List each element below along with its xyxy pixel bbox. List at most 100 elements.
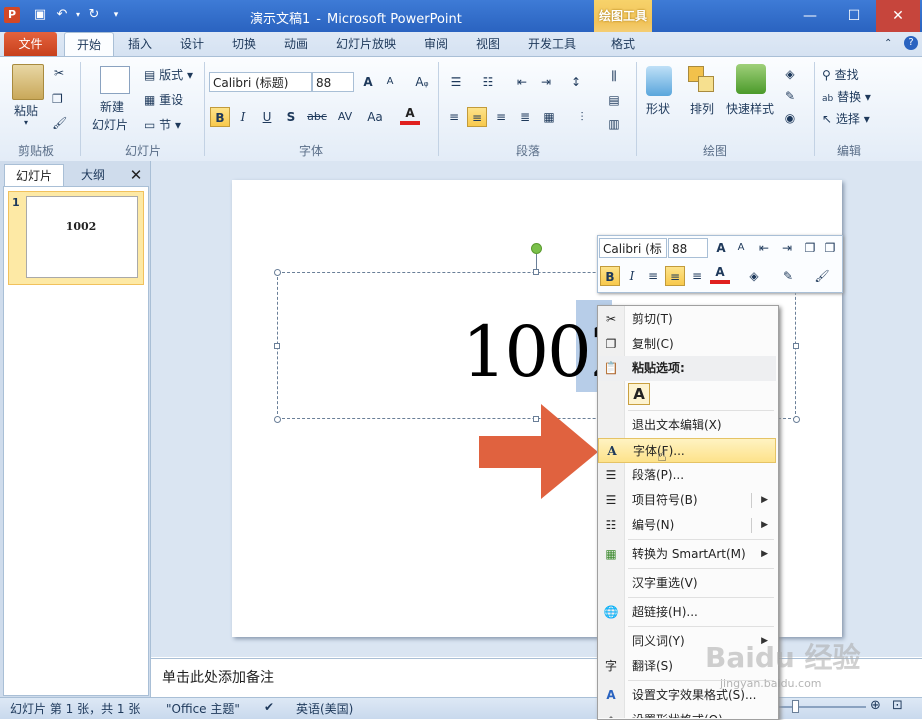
minimize-button[interactable]: —: [788, 0, 832, 32]
align-right-icon[interactable]: ≡: [491, 107, 511, 127]
shapes-icon[interactable]: [646, 66, 672, 96]
character-spacing-button[interactable]: AV: [332, 107, 358, 127]
powerpoint-app-icon[interactable]: P: [4, 7, 20, 23]
menu-item-convert-smartart[interactable]: ▦ 转换为 SmartArt(M) ▶: [598, 542, 776, 567]
tab-insert[interactable]: 插入: [120, 32, 160, 56]
mini-shrink-font-icon[interactable]: A: [731, 238, 751, 258]
mini-outline-color-icon[interactable]: ✎: [778, 266, 798, 286]
mini-align-left-icon[interactable]: ≡: [643, 266, 663, 286]
font-color-button[interactable]: A: [400, 105, 420, 125]
customize-qat-icon[interactable]: ▾: [108, 7, 124, 23]
mini-italic-button[interactable]: I: [622, 266, 642, 286]
menu-item-paragraph[interactable]: ☰ 段落(P)...: [598, 463, 776, 488]
format-painter-icon[interactable]: 🖌: [52, 116, 67, 130]
tab-slideshow[interactable]: 幻灯片放映: [330, 32, 402, 56]
shape-effects-icon[interactable]: ◉: [780, 108, 800, 128]
layout-button[interactable]: ▤ 版式 ▾: [144, 66, 193, 83]
menu-item-numbering[interactable]: ☷ 编号(N) ▶: [598, 513, 776, 538]
menu-item-font[interactable]: A 字体(F)...: [598, 438, 776, 463]
menu-item-copy[interactable]: ❐ 复制(C): [598, 332, 776, 357]
slide-thumbnail[interactable]: [26, 196, 138, 278]
cut-icon[interactable]: ✂: [54, 66, 64, 80]
mini-send-back-icon[interactable]: ❐: [800, 238, 820, 258]
tab-view[interactable]: 视图: [468, 32, 508, 56]
close-button[interactable]: ✕: [876, 0, 920, 32]
resize-handle-nw[interactable]: [274, 269, 281, 276]
copy-icon[interactable]: ❐: [52, 92, 63, 106]
grow-font-icon[interactable]: A: [358, 72, 378, 92]
font-size-combo[interactable]: 88: [312, 72, 354, 92]
mini-bold-button[interactable]: B: [600, 266, 620, 286]
quick-styles-icon[interactable]: [736, 64, 766, 94]
tab-format[interactable]: 格式: [598, 32, 648, 56]
smartart-convert-icon[interactable]: ▥: [604, 114, 624, 134]
redo-icon[interactable]: ↻: [86, 7, 102, 23]
tab-developer[interactable]: 开发工具: [522, 32, 582, 56]
resize-handle-se[interactable]: [793, 416, 800, 423]
theme-status[interactable]: "Office 主题": [166, 700, 240, 717]
mini-font-color-icon[interactable]: A: [710, 264, 730, 284]
resize-handle-sw[interactable]: [274, 416, 281, 423]
collapse-ribbon-icon[interactable]: ⌃: [884, 38, 892, 49]
mini-font-combo[interactable]: Calibri (标: [599, 238, 667, 258]
paste-button[interactable]: 粘贴: [14, 102, 38, 119]
tab-transitions[interactable]: 切换: [224, 32, 264, 56]
replace-button[interactable]: ab 替换 ▾: [822, 88, 871, 105]
paste-keep-text-only-button[interactable]: A: [628, 383, 650, 405]
line-spacing-icon[interactable]: ↕: [566, 72, 586, 92]
quick-styles-button[interactable]: 快速样式: [726, 100, 774, 117]
tab-slides-pane[interactable]: 幻灯片: [4, 164, 64, 187]
mini-grow-font-icon[interactable]: A: [711, 238, 731, 258]
section-button[interactable]: ▭ 节 ▾: [144, 116, 181, 133]
undo-icon[interactable]: ↶: [54, 7, 70, 23]
menu-item-exit-text-edit[interactable]: 退出文本编辑(X): [598, 413, 776, 438]
resize-handle-w[interactable]: [274, 343, 280, 349]
mini-decrease-indent-icon[interactable]: ⇤: [754, 238, 774, 258]
italic-button[interactable]: I: [233, 107, 253, 127]
mini-bring-front-icon[interactable]: ❐: [820, 238, 840, 258]
save-icon[interactable]: ▣: [32, 7, 48, 23]
tab-outline-pane[interactable]: 大纲: [64, 164, 122, 186]
mini-format-painter-icon[interactable]: 🖌: [812, 266, 832, 286]
shadow-button[interactable]: S: [281, 107, 301, 127]
shapes-button[interactable]: 形状: [646, 100, 670, 117]
menu-item-reconversion[interactable]: 汉字重选(V): [598, 571, 776, 596]
resize-handle-e[interactable]: [793, 343, 799, 349]
align-center-icon[interactable]: ≡: [467, 107, 487, 127]
clear-format-icon[interactable]: Aᵩ: [412, 72, 432, 92]
mini-align-right-icon[interactable]: ≡: [687, 266, 707, 286]
zoom-slider-thumb[interactable]: [792, 700, 799, 713]
mini-fill-color-icon[interactable]: ◈: [744, 266, 764, 286]
resize-handle-n[interactable]: [533, 269, 539, 275]
help-icon[interactable]: ?: [904, 36, 918, 50]
paste-icon[interactable]: [12, 64, 44, 100]
distributed-icon[interactable]: ▦: [539, 107, 559, 127]
text-direction-icon[interactable]: ⫼: [604, 66, 624, 86]
new-slide-label-2[interactable]: 幻灯片: [92, 116, 128, 133]
zoom-in-icon[interactable]: ⊕: [870, 698, 881, 713]
underline-button[interactable]: U: [257, 107, 277, 127]
find-button[interactable]: ⚲ 查找: [822, 66, 859, 83]
select-button[interactable]: ↖ 选择 ▾: [822, 110, 870, 127]
rotation-handle[interactable]: [531, 243, 542, 254]
tab-animations[interactable]: 动画: [276, 32, 316, 56]
pane-close-icon[interactable]: ✕: [126, 164, 146, 186]
menu-item-hyperlink[interactable]: 🌐 超链接(H)...: [598, 600, 776, 625]
notes-placeholder[interactable]: 单击此处添加备注: [162, 667, 274, 687]
arrange-button[interactable]: 排列: [690, 100, 714, 117]
font-name-combo[interactable]: Calibri (标题): [209, 72, 312, 92]
undo-dropdown-icon[interactable]: ▾: [70, 7, 86, 23]
new-slide-label[interactable]: 新建: [100, 98, 124, 115]
justify-icon[interactable]: ≣: [515, 107, 535, 127]
mini-increase-indent-icon[interactable]: ⇥: [777, 238, 797, 258]
decrease-indent-icon[interactable]: ⇤: [512, 72, 532, 92]
tab-review[interactable]: 审阅: [416, 32, 456, 56]
maximize-button[interactable]: ☐: [832, 0, 876, 32]
numbering-icon[interactable]: ☷: [478, 72, 498, 92]
menu-item-bullets[interactable]: ☰ 项目符号(B) ▶: [598, 488, 776, 513]
fit-slide-icon[interactable]: ⊡: [892, 698, 903, 713]
increase-indent-icon[interactable]: ⇥: [536, 72, 556, 92]
strikethrough-button[interactable]: abc: [304, 107, 330, 127]
shrink-font-icon[interactable]: A: [380, 72, 400, 92]
bold-button[interactable]: B: [210, 107, 230, 127]
